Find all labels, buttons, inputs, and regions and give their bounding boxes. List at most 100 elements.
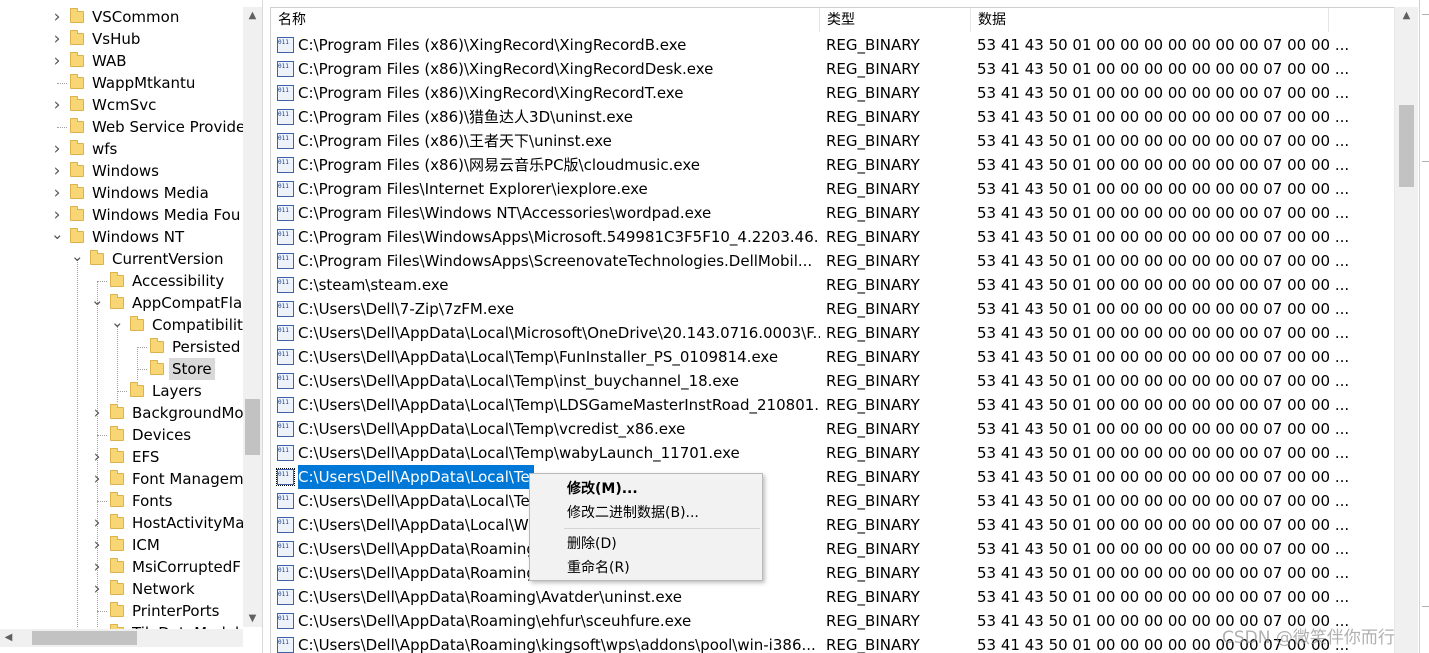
table-row[interactable]: 011 110C:\Users\Dell\AppData\RoamingREG_… (271, 561, 1397, 585)
tree-item[interactable]: WappMtkantu (0, 72, 243, 94)
chevron-right-icon[interactable]: › (51, 6, 63, 28)
table-row[interactable]: 011 110C:\Users\Dell\AppData\Local\Temp\… (271, 345, 1397, 369)
table-row[interactable]: 011 110C:\Users\Dell\AppData\Local\Te REG… (271, 465, 1397, 489)
chevron-right-icon[interactable]: › (91, 468, 103, 490)
table-row[interactable]: 011 110C:\Users\Dell\AppData\Local\Micro… (271, 321, 1397, 345)
chevron-right-icon[interactable]: › (91, 446, 103, 468)
chevron-right-icon[interactable]: › (91, 534, 103, 556)
chevron-down-icon[interactable]: ⌄ (71, 248, 84, 270)
tree-item[interactable]: ⌄ Compatibilit (0, 314, 243, 336)
table-row[interactable]: 011 110C:\Users\Dell\AppData\Roaming\Ava… (271, 585, 1397, 609)
table-row[interactable]: 011 110C:\Program Files\WindowsApps\Micr… (271, 225, 1397, 249)
table-row[interactable]: 011 110C:\Users\Dell\AppData\Local\Temp\… (271, 393, 1397, 417)
tree-item[interactable]: ⌄ Windows NT (0, 226, 243, 248)
tree-item[interactable]: › Network (0, 578, 243, 600)
table-row[interactable]: 011 110C:\Program Files\Internet Explore… (271, 177, 1397, 201)
registry-binary-icon: 011 110 (277, 613, 294, 629)
chevron-right-icon[interactable]: › (51, 138, 63, 160)
value-data: 53 41 43 50 01 00 00 00 00 00 00 00 07 0… (977, 420, 1350, 438)
table-row[interactable]: 011 110C:\Users\Dell\AppData\Local\Temp\… (271, 369, 1397, 393)
table-row[interactable]: 011 110C:\Program Files (x86)\王者天下\unins… (271, 129, 1397, 153)
chevron-down-icon[interactable]: ⌄ (111, 314, 124, 336)
table-row[interactable]: 011 110C:\Users\Dell\AppData\Local\Te xe… (271, 489, 1397, 513)
tree-vertical-scrollbar[interactable]: ▲ ▼ (243, 7, 262, 627)
tree-item[interactable]: › MsiCorruptedF (0, 556, 243, 578)
table-row[interactable]: 011 110C:\Users\Dell\7-Zip\7zFM.exe REG_B… (271, 297, 1397, 321)
tree-item[interactable]: Web Service Provide (0, 116, 245, 138)
table-row[interactable]: 011 110C:\Program Files\WindowsApps\Scre… (271, 249, 1397, 273)
value-name: C:\Users\Dell\AppData\Local\Te (298, 465, 534, 489)
table-row[interactable]: 011 110C:\Users\Dell\AppData\Local\Temp\… (271, 441, 1397, 465)
table-row[interactable]: 011 110C:\Program Files (x86)\猎鱼达人3D\uni… (271, 105, 1397, 129)
chevron-right-icon[interactable]: › (91, 512, 103, 534)
menu-item-rename[interactable]: 重命名(R) (531, 556, 761, 580)
tree-item[interactable]: › wfs (0, 138, 243, 160)
chevron-right-icon[interactable]: › (51, 204, 63, 226)
tree-scroll-thumb[interactable] (245, 399, 260, 455)
tree-item[interactable]: › Font Managem (0, 468, 244, 490)
table-row[interactable]: 011 110C:\Users\Dell\AppData\RoamingREG_… (271, 537, 1397, 561)
chevron-right-icon[interactable]: › (51, 50, 63, 72)
column-header-type[interactable]: 类型 (820, 8, 971, 32)
tree-item[interactable]: Devices (0, 424, 243, 446)
scroll-left-arrow-icon[interactable]: ◀ (0, 629, 17, 647)
tree-item[interactable]: › BackgroundMo (0, 402, 244, 424)
value-type: REG_BINARY (826, 252, 920, 270)
scroll-up-arrow-icon[interactable]: ▲ (1395, 7, 1418, 24)
chevron-right-icon[interactable]: › (91, 578, 103, 600)
tree-horizontal-scrollbar[interactable]: ◀ (0, 629, 243, 647)
folder-icon (70, 52, 84, 67)
chevron-right-icon[interactable]: › (51, 94, 63, 116)
tree-item[interactable]: › VSCommon (0, 6, 243, 28)
tree-hscroll-thumb[interactable] (32, 631, 137, 645)
table-row[interactable]: 011 110C:\Program Files\Windows NT\Acces… (271, 201, 1397, 225)
value-name: C:\Users\Dell\AppData\Local\Temp\vcredis… (298, 420, 686, 438)
tree-item[interactable]: ⌄ AppCompatFla (0, 292, 243, 314)
registry-binary-icon: 011 110 (277, 445, 294, 461)
chevron-down-icon[interactable]: ⌄ (51, 226, 64, 248)
tree-item[interactable]: › Windows Media (0, 182, 243, 204)
table-row[interactable]: 011 110C:\Program Files (x86)\网易云音乐PC版\c… (271, 153, 1397, 177)
scroll-up-arrow-icon[interactable]: ▲ (243, 7, 262, 24)
table-row[interactable]: 011 110C:\Program Files (x86)\XingRecord… (271, 57, 1397, 81)
menu-item-modify-binary[interactable]: 修改二进制数据(B)... (531, 501, 761, 525)
menu-item-delete[interactable]: 删除(D) (531, 532, 761, 556)
table-row[interactable]: 011 110C:\Program Files (x86)\XingRecord… (271, 33, 1397, 57)
folder-icon (150, 360, 164, 375)
tree-item[interactable]: › ICM (0, 534, 243, 556)
tree-item[interactable]: Persisted (0, 336, 243, 358)
chevron-right-icon[interactable]: › (91, 556, 103, 578)
tree-item-label: WcmSvc (92, 96, 157, 114)
tree-item[interactable]: Fonts (0, 490, 243, 512)
table-row[interactable]: 011 110C:\Users\Dell\AppData\Local\Temp\… (271, 417, 1397, 441)
tree-item[interactable]: › HostActivityMa (0, 512, 245, 534)
chevron-right-icon[interactable]: › (51, 182, 63, 204)
scroll-down-arrow-icon[interactable]: ▼ (243, 610, 262, 627)
column-header-name[interactable]: 名称 (271, 8, 820, 32)
tree-item[interactable]: Store (0, 358, 243, 380)
tree-item[interactable]: › WAB (0, 50, 243, 72)
tree-item[interactable]: › Windows (0, 160, 243, 182)
table-row[interactable]: 011 110C:\Users\Dell\AppData\Local\W 55)… (271, 513, 1397, 537)
chevron-down-icon[interactable]: ⌄ (91, 292, 104, 314)
chevron-right-icon[interactable]: › (51, 28, 63, 50)
tree-item-label: wfs (92, 140, 118, 158)
tree-item[interactable]: › EFS (0, 446, 243, 468)
value-name: C:\Program Files (x86)\网易云音乐PC版\cloudmus… (298, 156, 700, 174)
tree-item[interactable]: PrinterPorts (0, 600, 243, 622)
chevron-right-icon[interactable]: › (51, 160, 63, 182)
list-scroll-thumb[interactable] (1399, 105, 1414, 187)
tree-item[interactable]: ⌄ CurrentVersion (0, 248, 243, 270)
table-row[interactable]: 011 110C:\Program Files (x86)\XingRecord… (271, 81, 1397, 105)
tree-item[interactable]: › Windows Media Fou (0, 204, 243, 226)
table-row[interactable]: 011 110C:\steam\steam.exe REG_BINARY 53 41… (271, 273, 1397, 297)
tree-item[interactable]: Accessibility (0, 270, 243, 292)
tree-item[interactable]: › VsHub (0, 28, 243, 50)
menu-item-modify[interactable]: 修改(M)... (531, 477, 761, 501)
chevron-right-icon[interactable]: › (91, 402, 103, 424)
value-name: C:\Program Files (x86)\XingRecord\XingRe… (298, 84, 684, 102)
tree-item[interactable]: › WcmSvc (0, 94, 243, 116)
list-vertical-scrollbar[interactable]: ▲ (1394, 7, 1418, 653)
tree-item[interactable]: Layers (0, 380, 243, 402)
column-header-data[interactable]: 数据 (971, 8, 1329, 32)
